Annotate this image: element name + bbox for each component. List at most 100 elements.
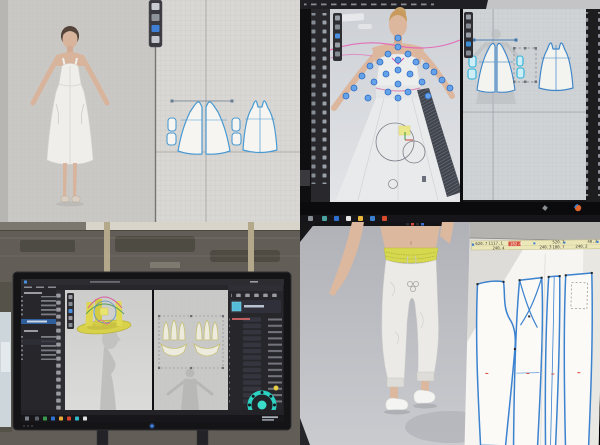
tool-icon[interactable]: [466, 15, 471, 20]
ruler-endpoint[interactable]: [472, 244, 474, 246]
photo-joggers-pattern: 620.7 1117.1 182.6 520.7 180.7 40.7 240.…: [300, 222, 600, 445]
tool-icon[interactable]: [466, 51, 471, 56]
q3-scene: [0, 222, 300, 445]
dock-tab[interactable]: [300, 170, 310, 186]
ruler-highlighted-value: 182.6: [510, 241, 523, 246]
pocket-piece[interactable]: [232, 133, 241, 145]
tool-icon[interactable]: [69, 316, 73, 320]
ruler-point[interactable]: [533, 242, 535, 244]
tool-icon[interactable]: [335, 43, 340, 48]
cuff: [417, 372, 434, 381]
taskbar-app-icon[interactable]: [67, 417, 71, 421]
ruler-value: 240.2: [575, 244, 588, 249]
taskbar-app-icon[interactable]: [43, 417, 47, 421]
date-text: [262, 419, 274, 421]
2d-pattern-viewport: 620.7 1117.1 182.6 520.7 180.7 40.7 240.…: [464, 222, 600, 445]
pocket-piece[interactable]: [168, 118, 176, 131]
menu-item[interactable]: [24, 287, 32, 289]
trouser-pattern-pieces: [473, 270, 593, 445]
start-button-icon[interactable]: [25, 417, 29, 421]
color-dot-yellow[interactable]: [274, 386, 279, 391]
layer-label: [244, 305, 264, 308]
photo-tv-hat-design: [0, 222, 300, 445]
stand-leg: [97, 430, 108, 445]
3d-floating-toolbar: [333, 13, 342, 61]
list-items[interactable]: [21, 334, 56, 360]
tree-items[interactable]: [21, 296, 56, 318]
taskbar-app-icon[interactable]: [51, 417, 55, 421]
taskbar-app-icon[interactable]: [59, 417, 63, 421]
tool-icon[interactable]: [335, 16, 340, 21]
ruler-value: 40.7: [587, 239, 597, 244]
pocket-piece[interactable]: [232, 118, 240, 131]
taskbar-app-icon[interactable]: [382, 216, 387, 221]
tool-icon-column[interactable]: [311, 13, 330, 184]
pattern-grid: [156, 0, 300, 222]
photo-collage: 620.7 1117.1 182.6 520.7 180.7 40.7 240.…: [0, 0, 600, 445]
menu-items[interactable]: [304, 0, 434, 9]
measurement-ruler: 620.7 1117.1 182.6 520.7 180.7 40.7 240.…: [471, 239, 600, 251]
tiny-taskbar-icon: [421, 223, 424, 226]
taskbar-app-icon[interactable]: [334, 216, 339, 221]
floor-shadow: [56, 202, 84, 207]
photo-dress-overview: [0, 0, 300, 222]
color-wheel-center: [258, 401, 267, 410]
taskbar-app-icon[interactable]: [83, 417, 87, 421]
view-tool-icon[interactable]: [152, 3, 160, 10]
window-mullion: [248, 222, 254, 274]
taskbar-app-icon[interactable]: [370, 216, 375, 221]
placement-swatch: [100, 308, 108, 315]
bezel-button[interactable]: [31, 425, 33, 427]
active-tool-icon[interactable]: [69, 309, 73, 313]
tool-icon[interactable]: [335, 25, 340, 30]
side-panel-piece[interactable]: [561, 272, 594, 445]
tool-icon[interactable]: [335, 52, 340, 57]
tool-icon-column[interactable]: [586, 12, 600, 196]
fabric-swatch[interactable]: [232, 302, 241, 311]
tool-icon[interactable]: [466, 33, 471, 38]
active-tool-icon[interactable]: [152, 25, 160, 32]
ceiling-edge: [0, 222, 86, 230]
waistband: [384, 248, 438, 263]
floating-toolbar: [149, 0, 162, 47]
ruler-value: 240.3: [539, 244, 552, 249]
display-tool-icon[interactable]: [152, 36, 160, 43]
bezel-button[interactable]: [23, 425, 25, 427]
pocket-piece[interactable]: [167, 133, 176, 145]
sync-tool-icon[interactable]: [152, 14, 160, 21]
properties-toolbar[interactable]: [231, 293, 279, 297]
trouser-back-piece[interactable]: [513, 277, 544, 445]
avatar-ankle: [421, 381, 429, 391]
active-tool-icon[interactable]: [466, 42, 471, 47]
window-mullion: [104, 222, 110, 274]
start-button-icon[interactable]: [308, 216, 313, 221]
list-item-highlight[interactable]: [21, 339, 56, 345]
viewport-divider: [460, 9, 463, 202]
window-controls[interactable]: [250, 281, 258, 283]
taskbar-app-icon[interactable]: [75, 417, 79, 421]
status-bar: [21, 410, 284, 415]
taskbar-app-icon[interactable]: [35, 417, 39, 421]
properties-tabs[interactable]: [228, 285, 283, 291]
menu-item[interactable]: [36, 287, 44, 289]
active-tool-icon[interactable]: [335, 34, 340, 39]
taskbar-app-icon[interactable]: [322, 216, 327, 221]
tool-icon-column[interactable]: [56, 292, 65, 412]
shoe-shadow: [384, 410, 410, 415]
shoe-shadow: [413, 404, 437, 409]
window-title-text: [90, 281, 120, 283]
bezel-button[interactable]: [27, 425, 29, 427]
tiny-taskbar-icon: [411, 223, 414, 226]
tool-icon[interactable]: [69, 323, 73, 327]
tool-icon[interactable]: [69, 302, 73, 306]
tool-icon[interactable]: [69, 295, 73, 299]
taskbar-app-icon[interactable]: [346, 216, 351, 221]
tree-item-selected-label: [27, 321, 47, 323]
light-reflection: [358, 24, 372, 29]
windows-taskbar: [300, 215, 600, 222]
property-rows[interactable]: [229, 316, 282, 404]
menu-item[interactable]: [48, 287, 56, 289]
tool-icon[interactable]: [466, 24, 471, 29]
taskbar-app-icon[interactable]: [358, 216, 363, 221]
ruler-value: 240.4: [492, 245, 505, 250]
